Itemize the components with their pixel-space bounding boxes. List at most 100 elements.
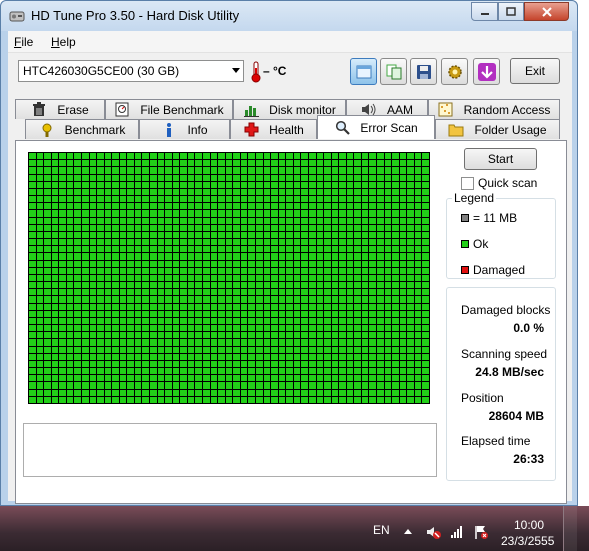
scan-block (377, 196, 384, 203)
scan-block (377, 310, 384, 317)
save-disk-icon (416, 64, 431, 79)
scan-block (36, 224, 44, 231)
scan-block (369, 188, 377, 196)
scan-block (59, 282, 66, 289)
tab-file-benchmark[interactable]: File Benchmark (105, 99, 233, 119)
scan-block (218, 360, 225, 368)
scan-block (180, 382, 187, 389)
quick-scan-checkbox[interactable]: Quick scan (461, 176, 537, 190)
scan-block (134, 274, 142, 282)
tab-info[interactable]: Info (139, 119, 230, 139)
chevron-down-icon[interactable] (232, 68, 240, 73)
scan-block (346, 317, 354, 325)
scan-block (119, 289, 127, 296)
toolbar-copy-button[interactable] (380, 58, 407, 85)
scan-block (324, 368, 331, 375)
scan-block (346, 274, 354, 282)
close-button[interactable] (524, 2, 569, 21)
scan-block (195, 253, 203, 260)
scan-block (407, 246, 414, 253)
menu-help[interactable]: Help (51, 35, 76, 49)
scan-block (195, 160, 203, 167)
scan-block (29, 317, 36, 325)
scan-block (263, 231, 271, 239)
tab-health[interactable]: Health (230, 119, 317, 139)
scan-block (29, 267, 36, 274)
scan-block (255, 181, 263, 188)
scan-block (369, 196, 377, 203)
scan-block (233, 360, 240, 368)
tab-benchmark[interactable]: Benchmark (25, 119, 139, 139)
scan-block (346, 267, 354, 274)
tab-erase[interactable]: Erase (15, 99, 105, 119)
scan-block (286, 188, 293, 196)
scan-block (218, 160, 225, 167)
scan-block (66, 167, 74, 174)
scan-block (278, 260, 286, 267)
scan-block (248, 167, 255, 174)
speaker-muted-icon[interactable] (426, 524, 442, 540)
scan-block (301, 246, 308, 253)
action-center-flag-icon[interactable] (473, 524, 489, 540)
menu-file[interactable]: File (14, 35, 33, 49)
scan-block (172, 217, 180, 224)
scan-block (316, 196, 324, 203)
damaged-blocks-value: 0.0 % (513, 321, 544, 335)
scan-block (187, 181, 195, 188)
toolbar-view-button[interactable] (350, 58, 377, 85)
close-icon (541, 6, 552, 17)
tab-error-scan[interactable]: Error Scan (317, 115, 435, 139)
scan-block (119, 181, 127, 188)
scan-block (157, 332, 165, 339)
scan-block (293, 203, 301, 210)
show-desktop-button[interactable] (563, 506, 577, 551)
minimize-button[interactable] (471, 2, 498, 21)
exit-button[interactable]: Exit (510, 58, 560, 84)
scan-block (377, 239, 384, 246)
toolbar-save-button[interactable] (410, 58, 437, 85)
scan-block (308, 396, 316, 403)
scan-block (104, 260, 112, 267)
scan-block (89, 224, 97, 231)
tray-expand-icon[interactable] (404, 529, 412, 534)
scan-block (203, 396, 210, 403)
scan-block (384, 267, 392, 274)
title-bar[interactable]: HD Tune Pro 3.50 - Hard Disk Utility (1, 1, 577, 31)
scan-block (407, 325, 414, 332)
scan-block (172, 239, 180, 246)
toolbar-options-button[interactable] (441, 58, 468, 85)
tab-folder-usage[interactable]: Folder Usage (435, 119, 560, 139)
drive-select[interactable]: HTC426030G5CE00 (30 GB) (18, 60, 244, 82)
toolbar-download-button[interactable] (473, 58, 500, 85)
scan-block (29, 382, 36, 389)
scan-block (66, 339, 74, 346)
scan-block (180, 267, 187, 274)
scan-block (36, 253, 44, 260)
scan-block (218, 382, 225, 389)
clock-time[interactable]: 10:00 (514, 518, 544, 532)
scan-block (29, 389, 36, 396)
scan-block (66, 246, 74, 253)
scan-block (255, 282, 263, 289)
scan-block (278, 239, 286, 246)
checkbox-icon[interactable] (461, 176, 474, 190)
clock-date[interactable]: 23/3/2555 (501, 534, 554, 548)
start-button[interactable]: Start (464, 148, 537, 170)
scan-block (339, 310, 346, 317)
maximize-button[interactable] (498, 2, 524, 21)
scan-block (414, 310, 422, 317)
language-indicator[interactable]: EN (373, 523, 390, 537)
scan-block (225, 382, 233, 389)
scan-block (339, 210, 346, 217)
scan-block (210, 153, 218, 160)
tab-random-access[interactable]: Random Access (428, 99, 560, 119)
scan-block (263, 282, 271, 289)
scan-block (74, 231, 81, 239)
scan-block (74, 375, 81, 382)
scan-block (44, 346, 51, 353)
network-signal-icon[interactable] (449, 524, 465, 540)
scan-block (66, 382, 74, 389)
scan-block (301, 181, 308, 188)
scan-block (180, 289, 187, 296)
scan-log-box[interactable] (23, 423, 437, 477)
